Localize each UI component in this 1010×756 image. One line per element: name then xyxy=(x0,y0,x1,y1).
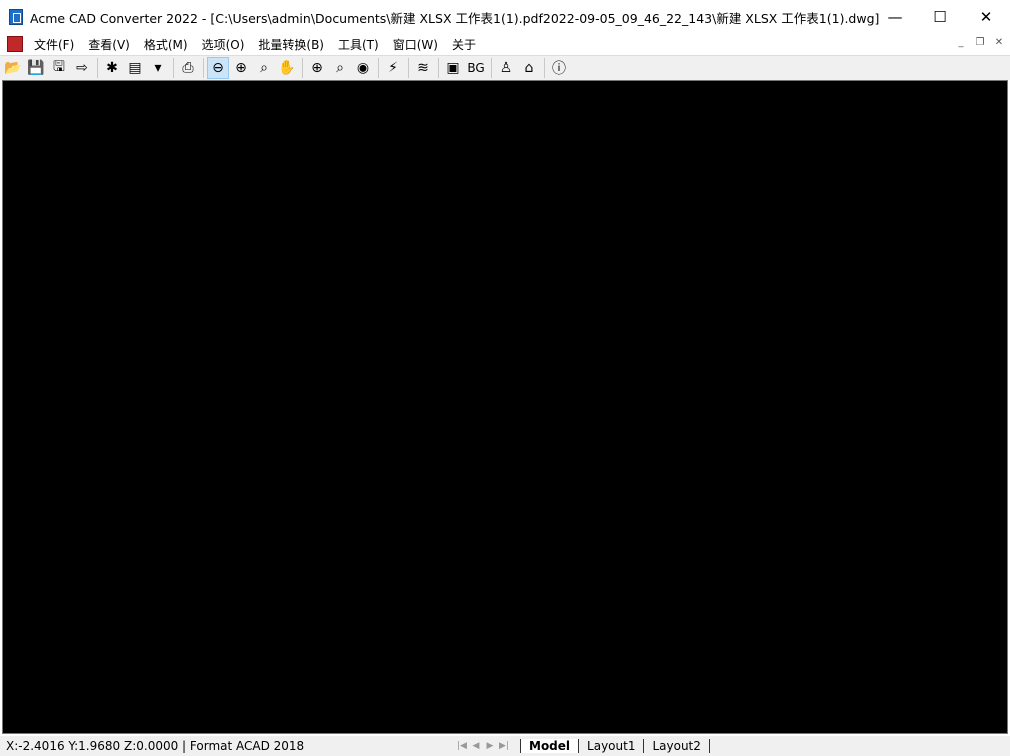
print-button[interactable]: ⎙ xyxy=(177,57,199,79)
toolbar-separator xyxy=(97,58,98,78)
pan-icon: ✋ xyxy=(278,60,296,76)
home-icon: ⌂ xyxy=(524,60,534,76)
menu-bar: 文件(F) 查看(V) 格式(M) 选项(O) 批量转换(B) 工具(T) 窗口… xyxy=(0,34,1010,54)
toolbar-separator xyxy=(173,58,174,78)
zoom-extents-icon: ⊕ xyxy=(311,60,323,76)
batch-convert-button[interactable]: ▤ xyxy=(124,57,146,79)
document-icon[interactable] xyxy=(7,36,23,52)
zoom-extents-button[interactable]: ⊕ xyxy=(306,57,328,79)
first-layout-button[interactable]: |◀ xyxy=(455,738,469,754)
toolbar-separator xyxy=(203,58,204,78)
save-as-icon: 🖫 xyxy=(53,59,65,75)
menu-tools[interactable]: 工具(T) xyxy=(335,36,382,53)
frame-icon: ▣ xyxy=(446,60,460,76)
menu-view[interactable]: 查看(V) xyxy=(85,36,133,53)
menu-window[interactable]: 窗口(W) xyxy=(390,36,441,53)
save-button[interactable]: 💾 xyxy=(25,57,47,79)
layers-icon: ≋ xyxy=(417,60,429,76)
toolbar-separator xyxy=(491,58,492,78)
convert-pdf-icon: ✱ xyxy=(106,60,118,76)
pan-button[interactable]: ✋ xyxy=(276,57,298,79)
batch-convert-icon: ▤ xyxy=(128,60,142,76)
drawing-canvas[interactable] xyxy=(2,80,1008,734)
frame-button[interactable]: ▣ xyxy=(442,57,464,79)
user-icon: ♙ xyxy=(499,60,513,76)
prev-layout-button[interactable]: ◀ xyxy=(469,738,483,754)
window-title: Acme CAD Converter 2022 - [C:\Users\admi… xyxy=(30,10,880,26)
measure-button[interactable]: ⚡ xyxy=(382,57,404,79)
view-3d-icon: ◉ xyxy=(356,60,370,76)
zoom-out-icon: ⊖ xyxy=(212,60,224,76)
tab-layout2[interactable]: Layout2 xyxy=(643,739,710,753)
background-icon: BG xyxy=(467,61,485,75)
last-layout-button[interactable]: ▶| xyxy=(497,738,511,754)
app-icon xyxy=(9,9,23,25)
mdi-restore-button[interactable]: ❐ xyxy=(972,37,988,51)
toolbar-separator xyxy=(408,58,409,78)
zoom-out-button[interactable]: ⊖ xyxy=(207,57,229,79)
print-icon: ⎙ xyxy=(182,60,194,76)
view-3d-button[interactable]: ◉ xyxy=(352,57,374,79)
minimize-button[interactable]: — xyxy=(872,0,918,34)
close-button[interactable]: ✕ xyxy=(963,0,1009,34)
dropdown-icon: ▾ xyxy=(154,60,162,76)
user-button[interactable]: ♙ xyxy=(495,57,517,79)
menu-file[interactable]: 文件(F) xyxy=(31,36,77,53)
save-icon: 💾 xyxy=(27,60,45,76)
info-button[interactable]: ⓘ xyxy=(548,57,570,79)
dropdown-button[interactable]: ▾ xyxy=(147,57,169,79)
save-as-button[interactable]: 🖫 xyxy=(48,57,70,79)
toolbar-separator xyxy=(438,58,439,78)
menu-options[interactable]: 选项(O) xyxy=(199,36,248,53)
zoom-realtime-icon: ⌕ xyxy=(336,60,344,76)
open-folder-icon: 📂 xyxy=(4,60,22,76)
title-bar: Acme CAD Converter 2022 - [C:\Users\admi… xyxy=(0,0,1010,34)
measure-icon: ⚡ xyxy=(388,60,398,76)
open-folder-button[interactable]: 📂 xyxy=(2,57,24,79)
next-layout-button[interactable]: ▶ xyxy=(483,738,497,754)
convert-pdf-button[interactable]: ✱ xyxy=(101,57,123,79)
tab-model[interactable]: Model xyxy=(520,739,579,753)
menu-format[interactable]: 格式(M) xyxy=(141,36,191,53)
export-button[interactable]: ⇨ xyxy=(71,57,93,79)
status-bar: X:-2.4016 Y:1.9680 Z:0.0000 | Format ACA… xyxy=(0,736,1010,756)
tab-layout1[interactable]: Layout1 xyxy=(578,739,643,753)
maximize-button[interactable]: ☐ xyxy=(917,0,963,34)
toolbar: 📂 💾 🖫 ⇨ ✱ ▤ ▾ ⎙ ⊖ ⊕ ⌕ ✋ ⊕ ⌕ ◉ ⚡ ≋ ▣ BG ♙ ⌂ ⓘ xyxy=(0,55,1010,80)
mdi-close-button[interactable]: ✕ xyxy=(991,37,1007,51)
export-icon: ⇨ xyxy=(76,60,88,76)
menu-batch-convert[interactable]: 批量转换(B) xyxy=(255,36,327,53)
mdi-minimize-button[interactable]: _ xyxy=(953,37,969,51)
menu-about[interactable]: 关于 xyxy=(449,36,479,53)
toolbar-separator xyxy=(544,58,545,78)
zoom-window-button[interactable]: ⌕ xyxy=(253,57,275,79)
home-button[interactable]: ⌂ xyxy=(518,57,540,79)
zoom-window-icon: ⌕ xyxy=(260,60,268,76)
zoom-realtime-button[interactable]: ⌕ xyxy=(329,57,351,79)
layers-button[interactable]: ≋ xyxy=(412,57,434,79)
coordinates-readout: X:-2.4016 Y:1.9680 Z:0.0000 | Format ACA… xyxy=(6,739,305,753)
zoom-in-icon: ⊕ xyxy=(235,60,247,76)
info-icon: ⓘ xyxy=(552,61,566,77)
toolbar-separator xyxy=(378,58,379,78)
zoom-in-button[interactable]: ⊕ xyxy=(230,57,252,79)
background-button[interactable]: BG xyxy=(465,57,487,79)
toolbar-separator xyxy=(302,58,303,78)
